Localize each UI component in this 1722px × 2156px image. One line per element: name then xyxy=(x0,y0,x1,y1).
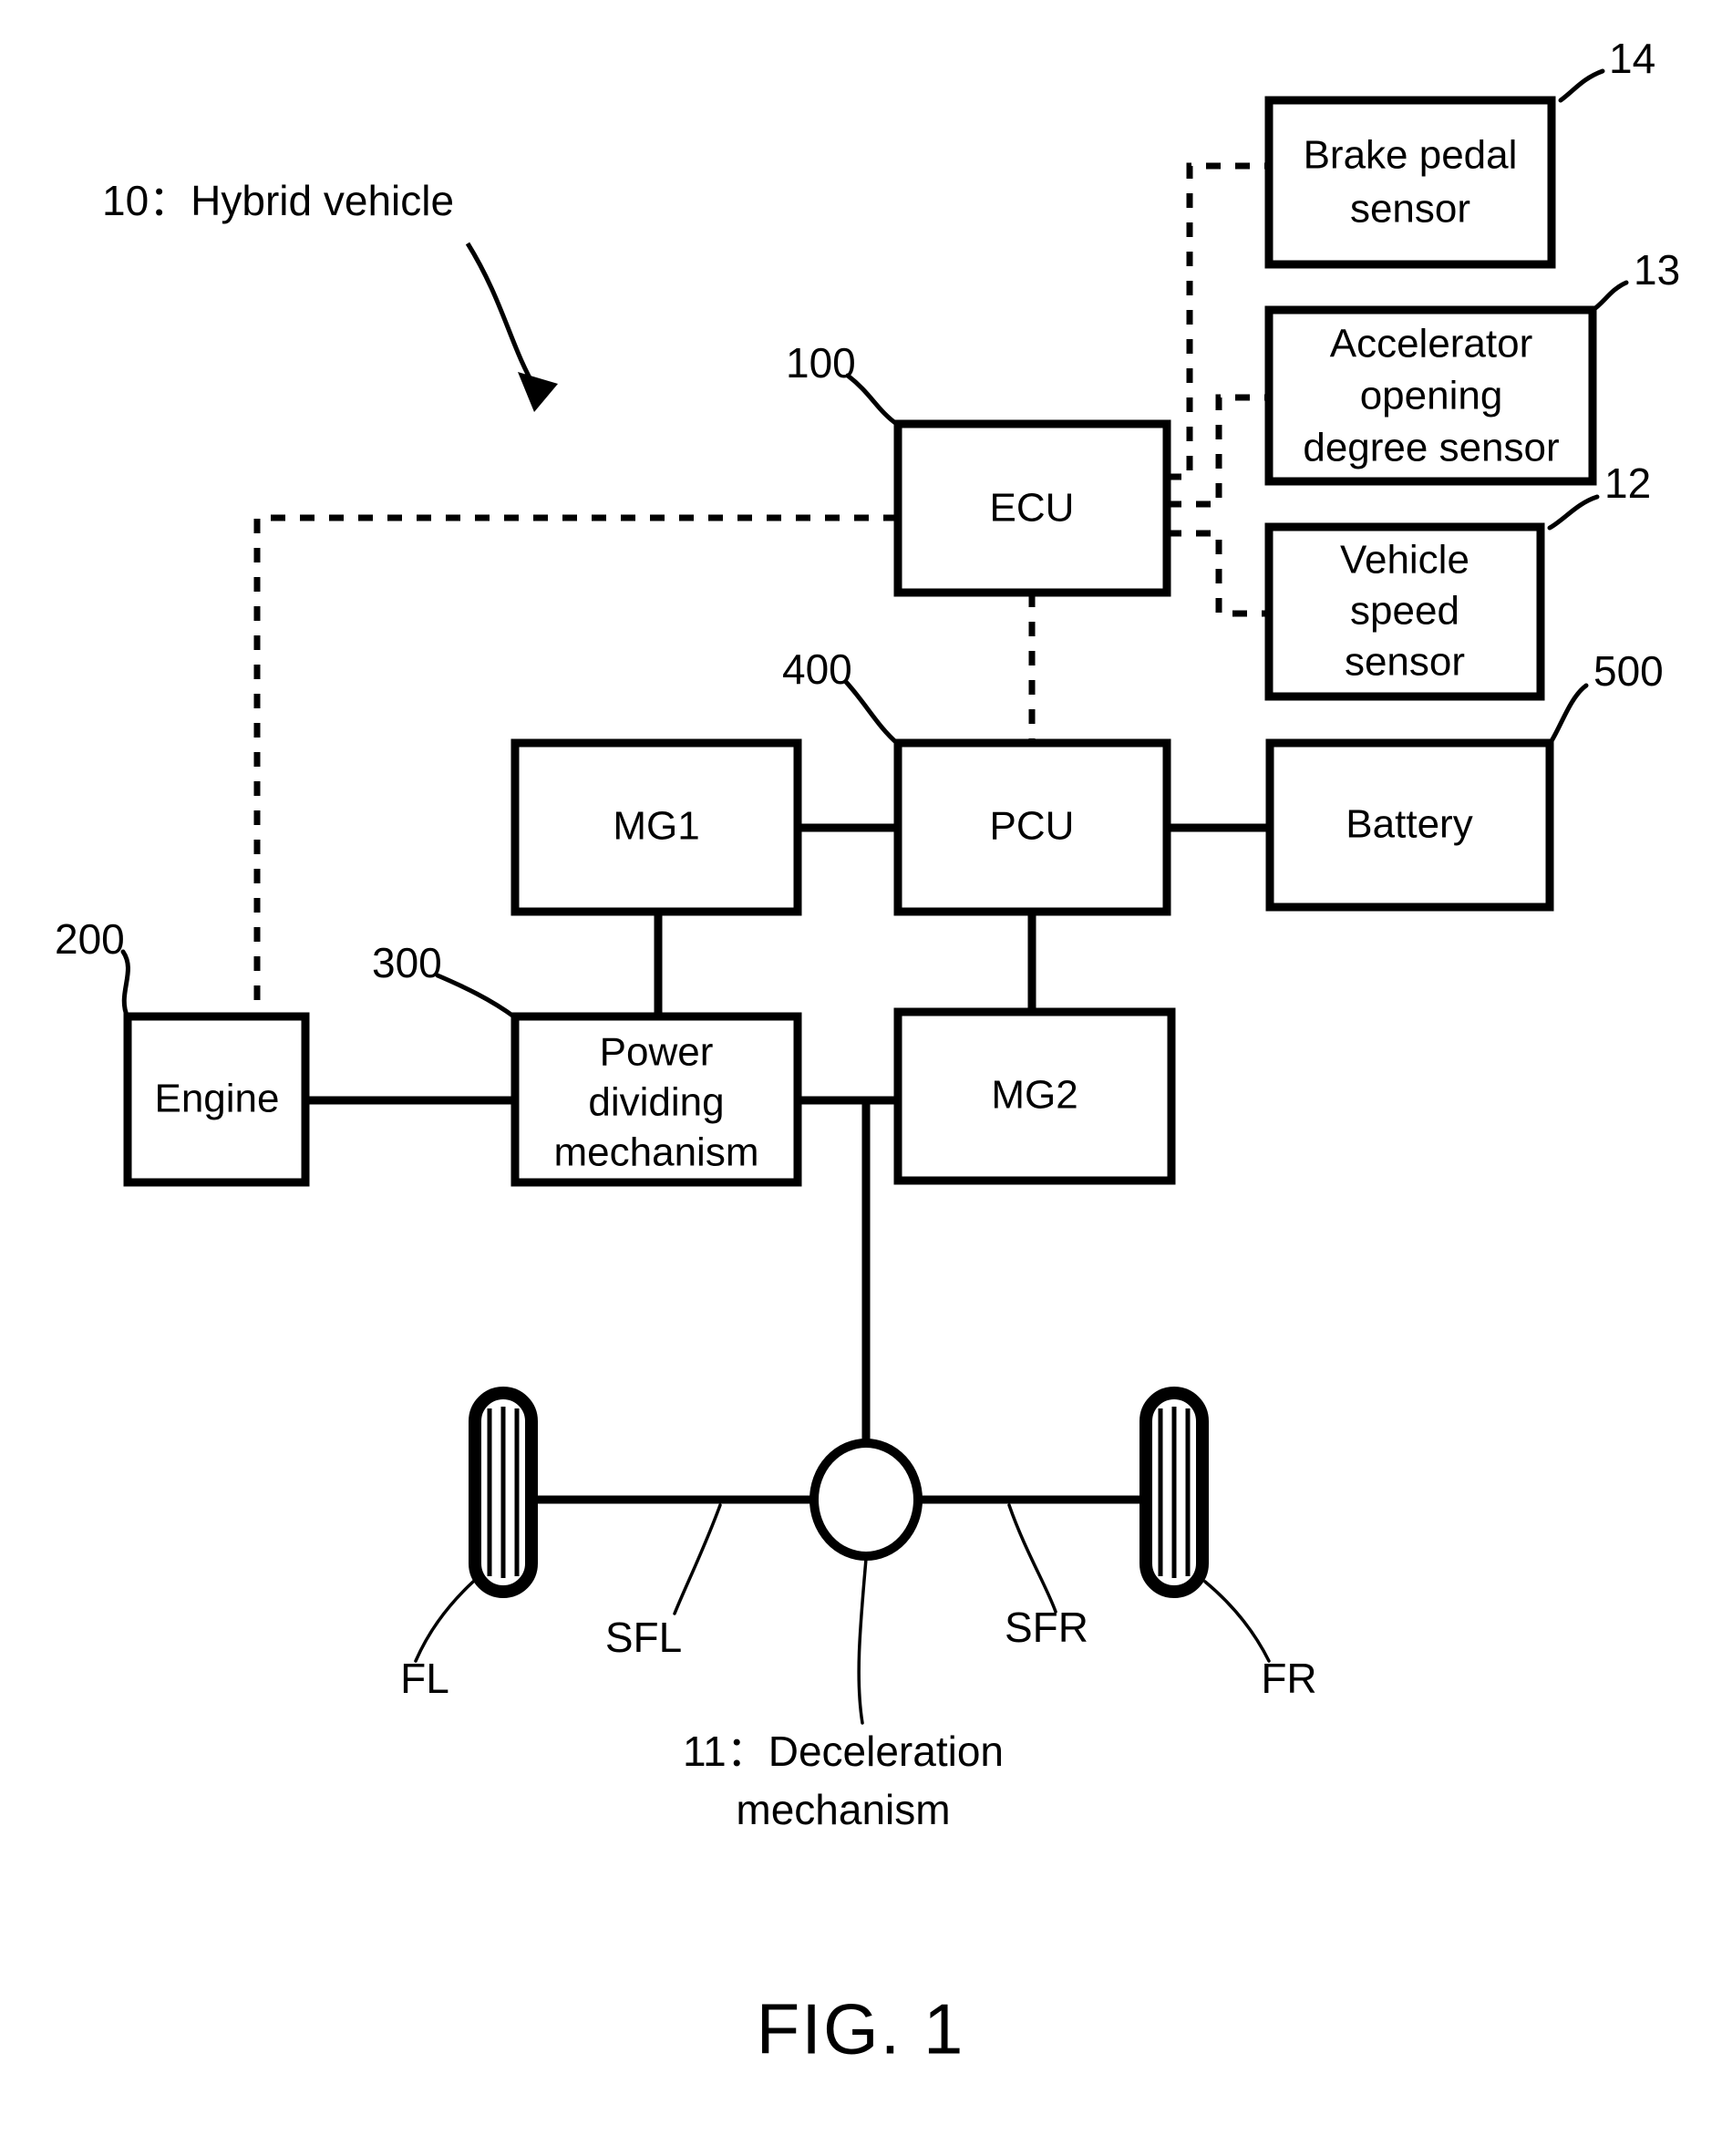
link-ecu-accelerator-sensor xyxy=(1167,394,1269,508)
ref-number-14: 14 xyxy=(1609,35,1655,82)
node-brake-pedal-sensor[interactable] xyxy=(1264,96,1556,269)
hybrid-vehicle-callout-arrow xyxy=(465,242,539,391)
node-brake-pedal-sensor-label-line1: Brake pedal xyxy=(1304,133,1518,178)
deceleration-mechanism-text-line1: 11：Deceleration xyxy=(683,1728,1004,1775)
node-power-dividing-mechanism-label-line1: Power xyxy=(600,1030,714,1075)
ref-number-12: 12 xyxy=(1604,459,1651,507)
node-mg1-label: MG1 xyxy=(613,804,699,849)
node-vehicle-speed-sensor-label-line2: speed xyxy=(1350,589,1459,634)
node-pcu-label: PCU xyxy=(990,804,1075,849)
hybrid-vehicle-callout-arrowhead xyxy=(518,372,558,412)
ref-number-200: 200 xyxy=(55,915,125,963)
leader-sfr xyxy=(1007,1503,1057,1614)
node-battery-label: Battery xyxy=(1346,802,1472,847)
ref-number-300: 300 xyxy=(372,939,442,986)
leader-400 xyxy=(843,679,901,747)
ref-number-100: 100 xyxy=(786,339,856,387)
leader-500 xyxy=(1547,683,1589,747)
ref-number-500: 500 xyxy=(1593,647,1664,695)
node-power-dividing-mechanism-label-line3: mechanism xyxy=(554,1130,759,1175)
node-mg2-label: MG2 xyxy=(991,1073,1078,1118)
leader-fr xyxy=(1203,1580,1271,1663)
leader-fl xyxy=(414,1580,475,1663)
link-ecu-vehicle-speed-sensor xyxy=(1167,530,1269,617)
leader-12 xyxy=(1547,494,1600,531)
label-wheel-front-left: FL xyxy=(400,1655,449,1702)
leader-deceleration-mechanism xyxy=(857,1557,868,1725)
deceleration-mechanism-text-line2: mechanism xyxy=(736,1786,950,1833)
ref-number-13: 13 xyxy=(1634,246,1680,294)
ref-number-400: 400 xyxy=(782,645,852,693)
node-accelerator-sensor-label-line1: Accelerator xyxy=(1330,322,1533,366)
node-vehicle-speed-sensor-label-line1: Vehicle xyxy=(1340,538,1469,583)
patent-figure-1: Brake pedal sensor Accelerator opening d… xyxy=(0,0,1722,2156)
node-engine-label: Engine xyxy=(154,1077,279,1121)
deceleration-mechanism-hub xyxy=(809,1439,923,1561)
node-vehicle-speed-sensor-label-line3: sensor xyxy=(1345,640,1465,685)
node-ecu-label: ECU xyxy=(990,486,1075,531)
node-accelerator-sensor-label-line2: opening xyxy=(1360,374,1503,418)
figure-canvas: Brake pedal sensor Accelerator opening d… xyxy=(55,35,1680,2069)
leader-13 xyxy=(1589,280,1629,314)
label-shaft-front-left: SFL xyxy=(605,1614,682,1661)
hybrid-vehicle-callout-text: 10：Hybrid vehicle xyxy=(102,177,454,224)
node-brake-pedal-sensor-label-line2: sensor xyxy=(1350,187,1470,232)
leader-300 xyxy=(435,973,518,1020)
leader-14 xyxy=(1558,68,1605,103)
label-shaft-front-right: SFR xyxy=(1005,1604,1088,1651)
leader-sfl xyxy=(673,1503,722,1615)
node-accelerator-sensor-label-line3: degree sensor xyxy=(1303,426,1559,470)
label-wheel-front-right: FR xyxy=(1261,1655,1316,1702)
figure-caption: FIG. 1 xyxy=(757,1989,965,2069)
node-power-dividing-mechanism-label-line2: dividing xyxy=(588,1080,724,1125)
